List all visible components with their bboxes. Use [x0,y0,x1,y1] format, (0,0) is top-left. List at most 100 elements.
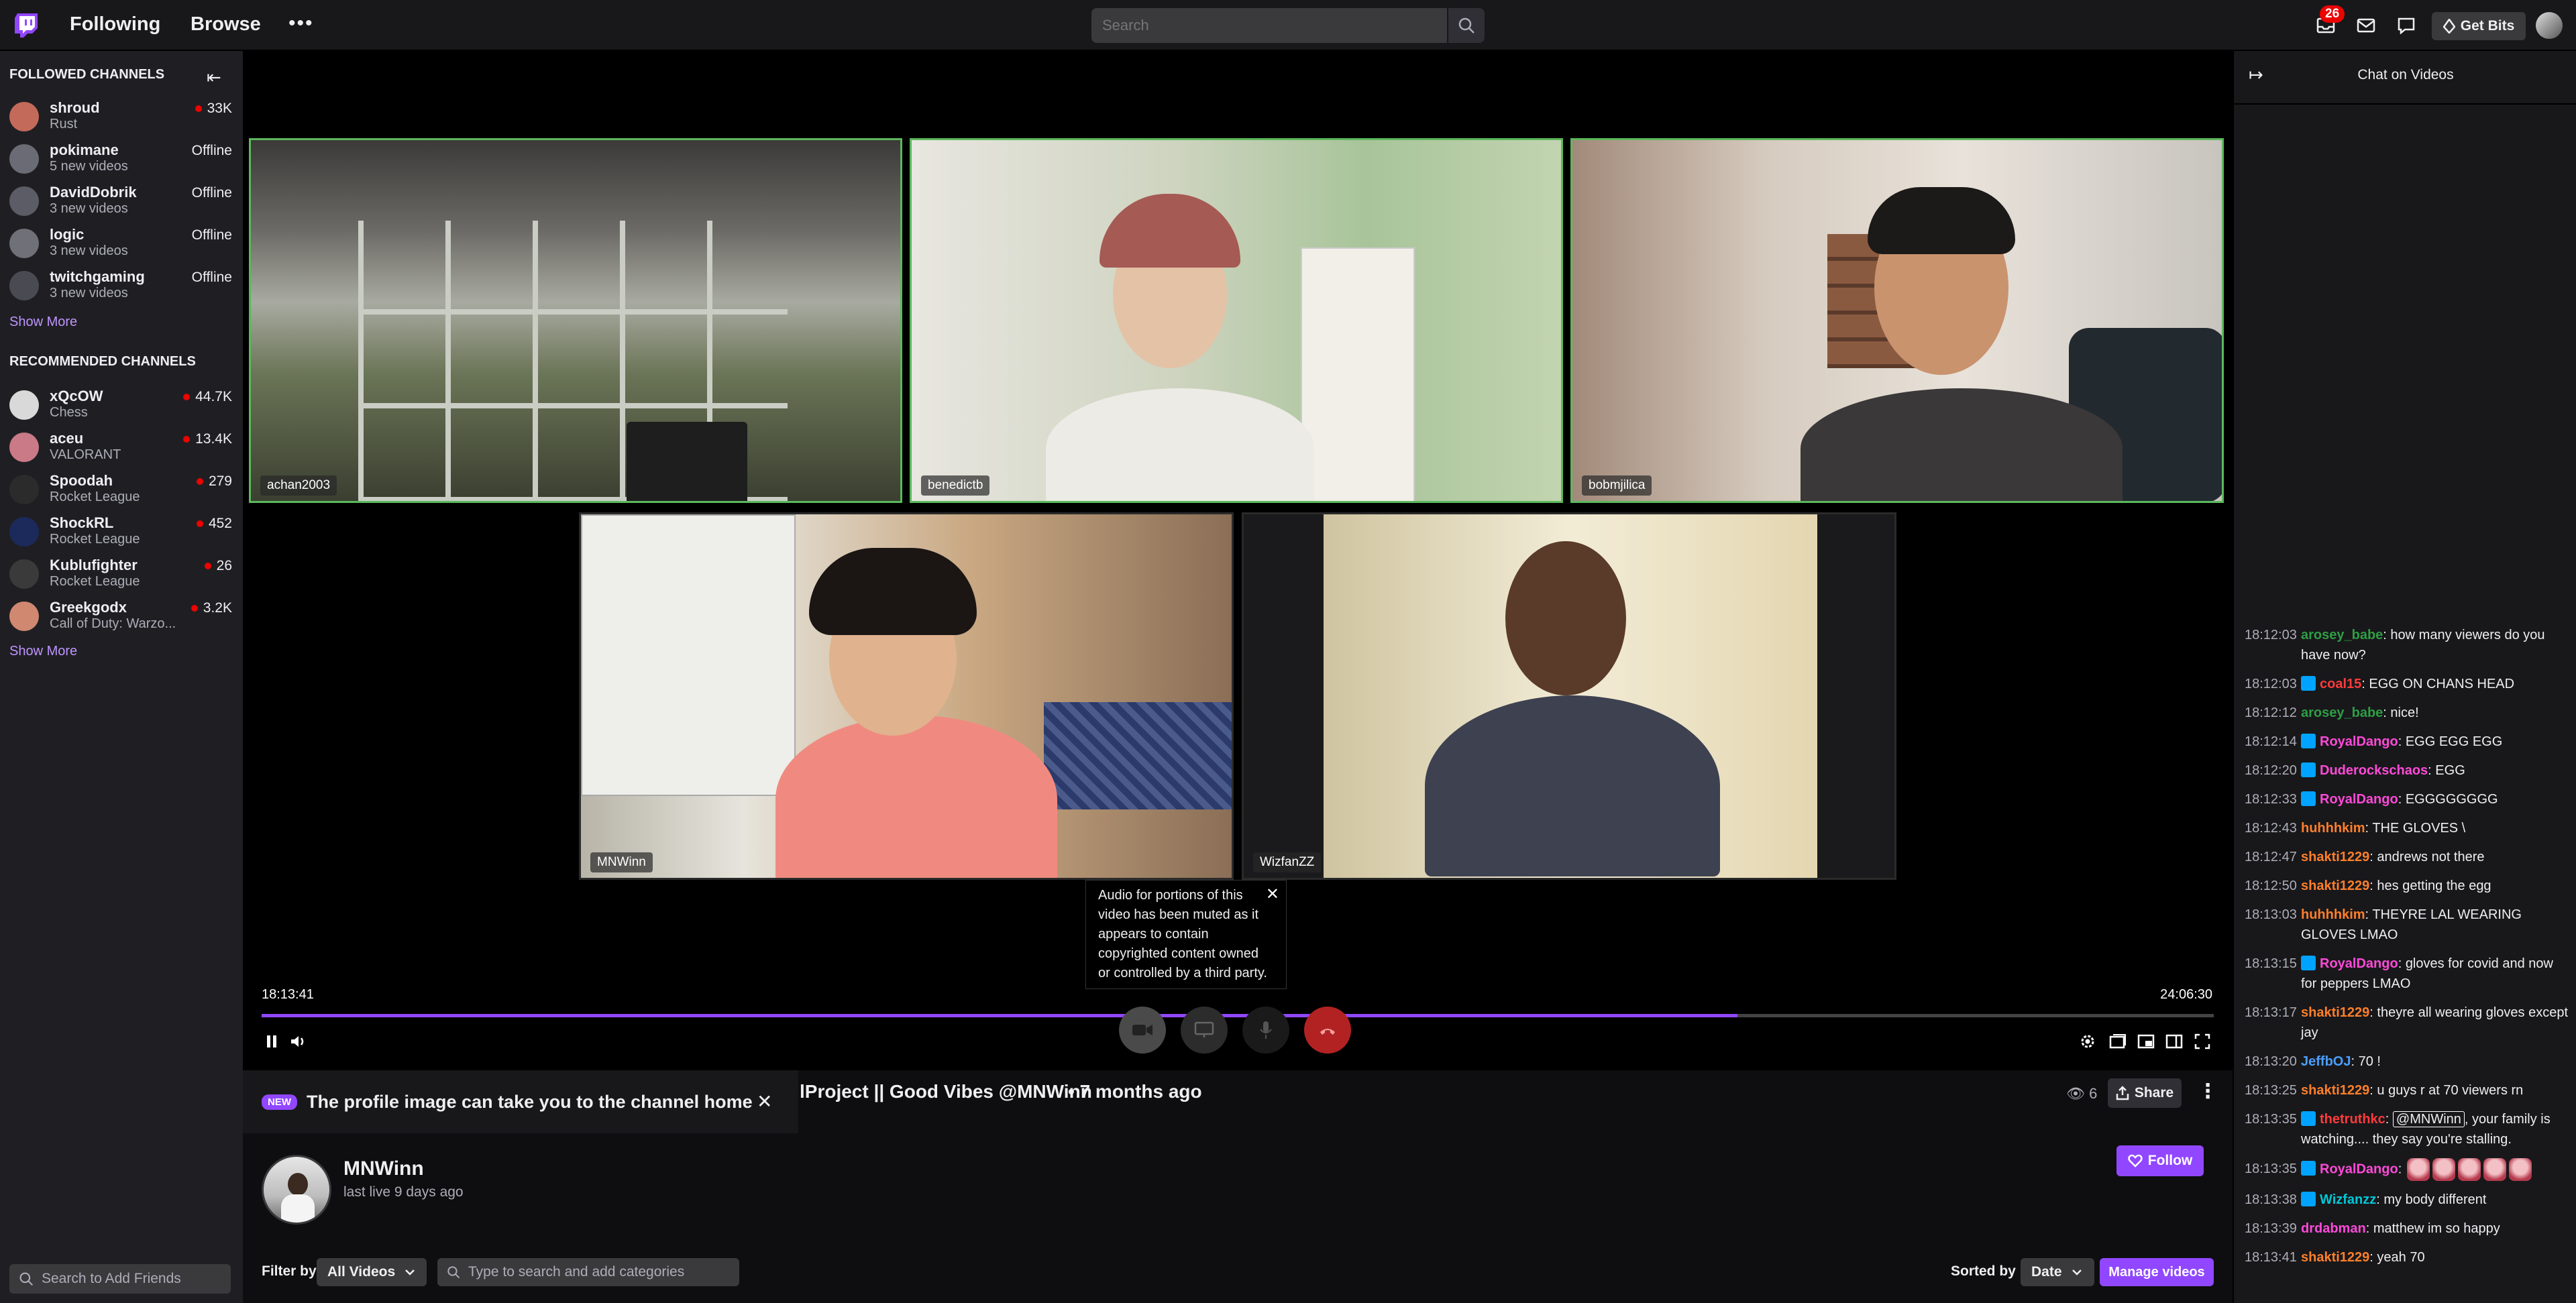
total-time: 24:06:30 [2160,987,2212,1002]
chat-username[interactable]: huhhhkim [2301,821,2365,836]
subscriber-badge-icon [2301,676,2316,691]
user-avatar[interactable] [2536,12,2563,39]
chat-username[interactable]: shakti1229 [2301,1250,2369,1265]
sidebar-channel-kublufighter[interactable]: Kublufighter Rocket League 26 [0,553,243,594]
chat-username[interactable]: shakti1229 [2301,879,2369,893]
chat-username[interactable]: RoyalDango [2320,734,2398,749]
whispers-chat-icon[interactable] [2395,15,2418,36]
get-bits-button[interactable]: Get Bits [2432,12,2526,40]
show-more-followed-link[interactable]: Show More [9,315,77,330]
chat-username[interactable]: RoyalDango [2320,956,2398,971]
last-live: last live 9 days ago [343,1184,464,1200]
channel-name: logic [50,226,85,243]
channel-status-text: 44.7K [195,389,232,404]
chat-username[interactable]: RoyalDango [2320,792,2398,807]
search-input[interactable] [1091,8,1447,43]
channel-subtitle: 3 new videos [50,286,128,300]
settings-gear-icon[interactable] [2078,1031,2098,1052]
follow-button[interactable]: Follow [2116,1145,2204,1176]
chat-timestamp: 18:13:41 [2245,1250,2297,1265]
theatre-mode-icon[interactable] [2164,1031,2184,1052]
video-player[interactable]: achan2003 benedictb bobmjilica MNWinn Wi… [243,51,2233,1070]
close-icon[interactable]: ✕ [757,1090,772,1113]
camera-button[interactable] [1119,1007,1166,1054]
chat-message: 18:13:35 RoyalDango: [2245,1158,2569,1181]
chat-username[interactable]: shakti1229 [2301,1083,2369,1098]
channel-name: pokimane [50,141,119,158]
sidebar-channel-spoodah[interactable]: Spoodah Rocket League 279 [0,468,243,510]
category-placeholder: Type to search and add categories [468,1264,685,1280]
sidebar-channel-twitchgaming[interactable]: twitchgaming 3 new videos Offline [0,264,243,306]
emote-icon[interactable] [2406,1158,2430,1181]
volume-icon[interactable] [288,1031,309,1052]
channel-status-text: Offline [191,185,232,201]
chat-username[interactable]: coal15 [2320,677,2361,691]
chat-timestamp: 18:13:25 [2245,1083,2297,1098]
sidebar-channel-shockrl[interactable]: ShockRL Rocket League 452 [0,510,243,552]
clip-icon[interactable] [2108,1031,2128,1052]
chat-text: 70 ! [2358,1054,2381,1069]
sidebar-channel-pokimane[interactable]: pokimane 5 new videos Offline [0,137,243,179]
chat-message: 18:13:03 huhhhkim: THEYRE LAL WEARING GLO… [2245,905,2569,945]
chat-username[interactable]: shakti1229 [2301,1005,2369,1020]
whispers-mail-icon[interactable] [2355,15,2377,36]
emote-icon[interactable] [2432,1158,2455,1181]
twitch-logo-icon[interactable] [15,13,38,38]
collapse-sidebar-icon[interactable]: ⇤ [207,67,221,88]
sidebar-channel-logic[interactable]: logic 3 new videos Offline [0,222,243,264]
filter-select[interactable]: All Videos [317,1258,427,1286]
channel-status: 279 [196,473,232,490]
nav-browse-link[interactable]: Browse [191,13,261,36]
sort-select[interactable]: Date [2021,1258,2094,1286]
emote-icon[interactable] [2457,1158,2481,1181]
emote-icon[interactable] [2508,1158,2532,1181]
chat-username[interactable]: shakti1229 [2301,850,2369,864]
live-dot-icon [196,478,203,485]
manage-videos-button[interactable]: Manage videos [2100,1258,2214,1286]
sidebar-channel-daviddobrik[interactable]: DavidDobrik 3 new videos Offline [0,180,243,221]
close-icon[interactable]: ✕ [1266,885,1279,904]
search-button[interactable] [1448,8,1485,43]
get-bits-label: Get Bits [2460,18,2515,34]
share-button[interactable]: Share [2108,1078,2182,1108]
chat-username[interactable]: arosey_babe [2301,628,2383,642]
channel-status-text: Offline [191,143,232,158]
chat-mention[interactable]: @MNWinn [2392,1111,2465,1127]
emote-icon[interactable] [2483,1158,2506,1181]
search-friends-input[interactable]: Search to Add Friends [9,1264,231,1294]
chat-username[interactable]: thetruthkc [2320,1112,2385,1127]
show-more-recommended-link[interactable]: Show More [9,644,77,659]
seek-bar[interactable] [262,1014,2214,1017]
subscriber-badge-icon [2301,1192,2316,1206]
followed-channels-heading: FOLLOWED CHANNELS [9,67,165,82]
sidebar-channel-shroud[interactable]: shroud Rust 33K [0,95,243,137]
microphone-button[interactable] [1242,1007,1289,1054]
screen-share-button[interactable] [1181,1007,1228,1054]
category-search-input[interactable]: Type to search and add categories [437,1258,739,1286]
channel-name: xQcOW [50,388,103,404]
muted-audio-notice: Audio for portions of this video has bee… [1085,880,1287,989]
chat-username[interactable]: arosey_babe [2301,705,2383,720]
sidebar-channel-aceu[interactable]: aceu VALORANT 13.4K [0,426,243,467]
channel-avatar[interactable] [262,1155,331,1225]
sidebar-channel-xqcow[interactable]: xQcOW Chess 44.7K [0,384,243,425]
end-call-button[interactable] [1304,1007,1351,1054]
chat-username[interactable]: Duderockschaos [2320,763,2428,778]
new-feature-notice: NEW The profile image can take you to th… [243,1070,798,1133]
channel-status-text: 452 [208,516,232,531]
channel-name[interactable]: MNWinn [343,1157,424,1180]
more-options-icon[interactable]: ⋮ [2198,1080,2218,1103]
chat-username[interactable]: huhhhkim [2301,907,2365,922]
nav-following-link[interactable]: Following [70,13,160,36]
chat-username[interactable]: RoyalDango [2320,1162,2398,1176]
channel-status: 452 [196,516,232,532]
pause-icon[interactable] [262,1031,282,1052]
chat-timestamp: 18:12:12 [2245,705,2297,720]
mini-player-icon[interactable] [2136,1031,2156,1052]
chat-username[interactable]: Wizfanzz [2320,1192,2376,1207]
fullscreen-icon[interactable] [2192,1031,2212,1052]
more-icon[interactable]: ••• [288,12,314,35]
chat-username[interactable]: JeffbOJ [2301,1054,2351,1069]
chat-username[interactable]: drdabman [2301,1221,2366,1236]
sidebar-channel-greekgodx[interactable]: Greekgodx Call of Duty: Warzo... 3.2K [0,595,243,636]
